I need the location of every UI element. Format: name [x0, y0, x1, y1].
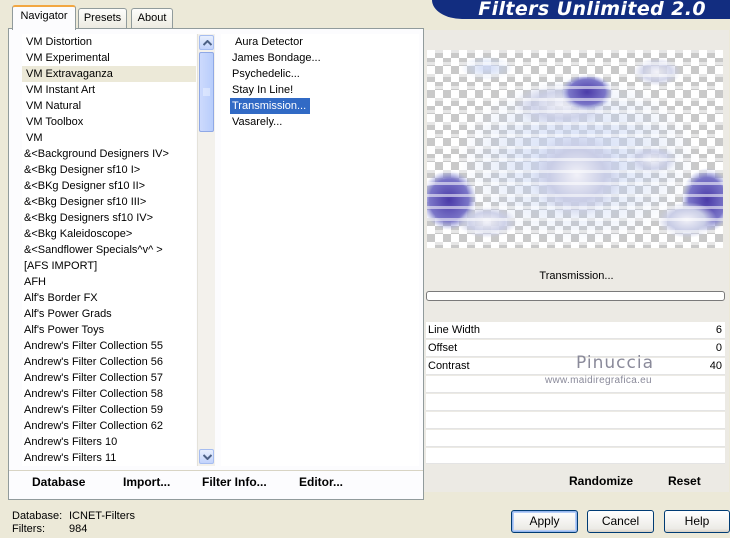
- list-item[interactable]: Psychedelic...: [221, 66, 419, 82]
- editor-button[interactable]: Editor...: [299, 475, 343, 489]
- list-item[interactable]: Andrew's Filters 10: [22, 434, 196, 450]
- tab-navigator[interactable]: Navigator: [12, 5, 76, 30]
- watermark-name: Pinuccia: [576, 353, 654, 373]
- category-list[interactable]: VM Distortion VM Experimental VM Extrava…: [22, 34, 196, 466]
- cancel-button[interactable]: Cancel: [587, 510, 654, 533]
- list-item[interactable]: Andrew's Filter Collection 59: [22, 402, 196, 418]
- list-item[interactable]: VM: [22, 130, 196, 146]
- list-item[interactable]: Andrew's Filters 11: [22, 450, 196, 466]
- database-label: Database: [32, 475, 86, 489]
- grip-icon: [203, 88, 210, 96]
- import-label: Import...: [123, 475, 171, 489]
- scroll-down-button[interactable]: [199, 449, 214, 464]
- list-item[interactable]: Aura Detector: [221, 34, 419, 50]
- list-item-selected[interactable]: Transmission...: [230, 98, 311, 114]
- param-row-empty: [426, 448, 725, 464]
- list-item[interactable]: &<Background Designers IV>: [22, 146, 196, 162]
- import-button[interactable]: Import...: [123, 475, 170, 489]
- editor-label: Editor...: [299, 475, 344, 489]
- list-item[interactable]: VM Experimental: [22, 50, 196, 66]
- watermark-url: www.maidiregrafica.eu: [545, 375, 652, 386]
- param-label: Contrast: [428, 360, 470, 372]
- list-item[interactable]: &<Sandflower Specials^v^ >: [22, 242, 196, 258]
- list-item[interactable]: Stay In Line!: [221, 82, 419, 98]
- list-item[interactable]: Alf's Power Grads: [22, 306, 196, 322]
- navigator-panel: VM Distortion VM Experimental VM Extrava…: [8, 28, 424, 500]
- filter-list[interactable]: Aura Detector James Bondage... Psychedel…: [221, 34, 419, 466]
- list-item[interactable]: &<BKg Designer sf10 II>: [22, 178, 196, 194]
- preview-artwork: [427, 50, 723, 245]
- list-item[interactable]: VM Natural: [22, 98, 196, 114]
- database-button[interactable]: Database: [32, 475, 85, 489]
- list-item[interactable]: &<Bkg Designers sf10 IV>: [22, 210, 196, 226]
- list-item[interactable]: VM Toolbox: [22, 114, 196, 130]
- list-item[interactable]: Andrew's Filter Collection 57: [22, 370, 196, 386]
- param-row-empty: [426, 412, 725, 429]
- param-label: Line Width: [428, 324, 480, 336]
- category-scrollbar[interactable]: [197, 34, 215, 466]
- progress-bar: [426, 291, 725, 301]
- help-button[interactable]: Help: [664, 510, 730, 533]
- list-item[interactable]: [AFS IMPORT]: [22, 258, 196, 274]
- list-item[interactable]: Andrew's Filter Collection 62: [22, 418, 196, 434]
- param-row-empty: [426, 430, 725, 447]
- list-item[interactable]: Andrew's Filter Collection 58: [22, 386, 196, 402]
- tab-label: About: [137, 12, 167, 24]
- param-value: 0: [715, 342, 722, 354]
- list-item[interactable]: VM Distortion: [22, 34, 196, 50]
- apply-button[interactable]: Apply: [511, 510, 578, 533]
- scroll-up-button[interactable]: [199, 35, 214, 50]
- chevron-up-icon: [203, 40, 212, 46]
- preview-image: [427, 50, 723, 248]
- list-item[interactable]: Vasarely...: [221, 114, 419, 130]
- filters-status-value: 984: [69, 523, 88, 535]
- list-item-selected[interactable]: VM Extravaganza: [22, 66, 196, 82]
- param-value: 40: [709, 360, 722, 372]
- scroll-thumb[interactable]: [199, 52, 214, 132]
- tab-presets[interactable]: Presets: [78, 8, 127, 29]
- filters-status-label: Filters:: [12, 523, 45, 535]
- list-item[interactable]: Andrew's Filter Collection 55: [22, 338, 196, 354]
- filter-info-label: Filter Info...: [202, 475, 267, 489]
- tab-about[interactable]: About: [131, 8, 173, 29]
- tab-label: Presets: [83, 12, 122, 24]
- param-value: 6: [715, 324, 722, 336]
- param-row-empty: [426, 394, 725, 411]
- list-item[interactable]: Andrew's Filter Collection 56: [22, 354, 196, 370]
- app-title: Filters Unlimited 2.0: [478, 0, 706, 20]
- reset-button[interactable]: Reset: [668, 474, 701, 488]
- filter-name: Transmission...: [539, 270, 614, 282]
- list-item[interactable]: &<Bkg Kaleidoscope>: [22, 226, 196, 242]
- chevron-down-icon: [203, 454, 212, 460]
- list-item[interactable]: VM Instant Art: [22, 82, 196, 98]
- database-status-value: ICNET-Filters: [69, 510, 135, 522]
- randomize-button[interactable]: Randomize: [569, 474, 633, 488]
- list-item[interactable]: Alf's Border FX: [22, 290, 196, 306]
- param-row-line-width[interactable]: Line Width 6: [426, 322, 725, 339]
- list-item[interactable]: AFH: [22, 274, 196, 290]
- filter-info-button[interactable]: Filter Info...: [202, 475, 267, 489]
- list-item[interactable]: Alf's Power Toys: [22, 322, 196, 338]
- list-item[interactable]: James Bondage...: [221, 50, 419, 66]
- app-banner: Filters Unlimited 2.0: [432, 0, 730, 19]
- param-label: Offset: [428, 342, 458, 354]
- database-status-label: Database:: [12, 510, 63, 522]
- list-item[interactable]: &<Bkg Designer sf10 I>: [22, 162, 196, 178]
- tab-label: Navigator: [20, 10, 68, 22]
- list-item[interactable]: &<Bkg Designer sf10 III>: [22, 194, 196, 210]
